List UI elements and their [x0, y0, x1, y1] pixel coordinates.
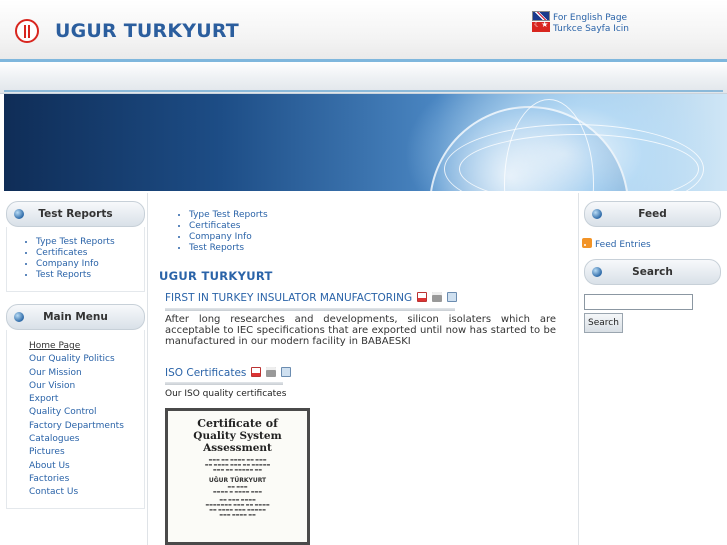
iso-certificate-image: Certificate of Quality System Assessment…: [165, 408, 310, 545]
bullet-icon: [14, 312, 24, 322]
feed-box-title: Feed: [584, 201, 721, 227]
article-link-insulator[interactable]: FIRST IN TURKEY INSULATOR MANUFACTORING: [165, 292, 412, 304]
main-menu-box-title: Main Menu: [6, 304, 145, 330]
header: UGUR TURKYURT For English Page Turkce Sa…: [0, 0, 727, 62]
turkish-page-link[interactable]: Turkce Sayfa Icin: [532, 20, 629, 34]
right-sidebar: Feed Feed Entries Search Search: [578, 193, 727, 545]
article-link-iso[interactable]: ISO Certificates: [165, 367, 246, 379]
menu-item-home[interactable]: Home Page: [29, 340, 144, 353]
menu-item-quality-control[interactable]: Quality Control: [29, 406, 144, 419]
nav-divider: [4, 90, 723, 92]
pdf-icon[interactable]: [417, 292, 428, 302]
menu-item-catalogues[interactable]: Catalogues: [29, 433, 144, 446]
certificate-company-name: UĞUR TÜRKYURT: [208, 477, 267, 484]
article-text-iso: Our ISO quality certificates: [165, 389, 287, 399]
main-menu: Home Page Our Quality Politics Our Missi…: [6, 330, 145, 509]
search-button[interactable]: Search: [584, 313, 623, 333]
bullet-icon: [14, 209, 24, 219]
main-content: Type Test Reports Certificates Company I…: [150, 193, 576, 545]
content-link-test-reports[interactable]: Test Reports: [189, 243, 576, 254]
article-text-insulator: After long researches and developments, …: [165, 314, 556, 348]
feed-title: Feed: [638, 208, 667, 220]
search-input[interactable]: [584, 294, 693, 310]
menu-item-factory-departments[interactable]: Factory Departments: [29, 420, 144, 433]
turkey-flag-icon: [532, 20, 550, 32]
menu-item-factories[interactable]: Factories: [29, 473, 144, 486]
menu-item-about-us[interactable]: About Us: [29, 460, 144, 473]
menu-item-contact-us[interactable]: Contact Us: [29, 486, 144, 499]
article-title-insulator: FIRST IN TURKEY INSULATOR MANUFACTORING: [165, 292, 458, 304]
test-reports-box: Type Test Reports Certificates Company I…: [6, 227, 145, 292]
rss-icon: [582, 238, 592, 248]
sidebar-link-type-test-reports[interactable]: Type Test Reports: [36, 237, 144, 248]
print-icon[interactable]: [432, 292, 443, 302]
email-icon[interactable]: [281, 367, 292, 377]
print-icon[interactable]: [266, 367, 277, 377]
feed-entries-link[interactable]: Feed Entries: [582, 238, 727, 250]
content-link-company-info[interactable]: Company Info: [189, 232, 576, 243]
menu-item-quality-politics[interactable]: Our Quality Politics: [29, 353, 144, 366]
sidebar-link-certificates[interactable]: Certificates: [36, 248, 144, 259]
menu-item-vision[interactable]: Our Vision: [29, 380, 144, 393]
pdf-icon[interactable]: [251, 367, 262, 377]
turkish-page-label: Turkce Sayfa Icin: [553, 24, 629, 34]
email-icon[interactable]: [447, 292, 458, 302]
left-sidebar: Test Reports Type Test Reports Certifica…: [4, 193, 148, 545]
sidebar-link-company-info[interactable]: Company Info: [36, 259, 144, 270]
certificate-subheading: Quality System Assessment: [193, 430, 282, 454]
site-title[interactable]: UGUR TURKYURT: [55, 20, 239, 42]
test-reports-box-title: Test Reports: [6, 201, 145, 227]
article-separator: [165, 308, 455, 311]
search-title: Search: [632, 266, 673, 278]
menu-item-pictures[interactable]: Pictures: [29, 446, 144, 459]
feed-entries-label: Feed Entries: [595, 240, 651, 250]
test-reports-title: Test Reports: [38, 208, 113, 220]
bullet-icon: [592, 209, 602, 219]
logo-icon[interactable]: [15, 19, 39, 43]
menu-item-mission[interactable]: Our Mission: [29, 367, 144, 380]
page-heading: UGUR TURKYURT: [159, 269, 273, 283]
content-link-certificates[interactable]: Certificates: [189, 221, 576, 232]
sidebar-link-test-reports[interactable]: Test Reports: [36, 270, 144, 281]
article-separator: [165, 382, 283, 385]
article-title-iso: ISO Certificates: [165, 367, 292, 379]
content-link-list: Type Test Reports Certificates Company I…: [150, 193, 576, 254]
banner-image: [4, 94, 727, 191]
main-menu-title: Main Menu: [43, 311, 108, 323]
content-link-type-test-reports[interactable]: Type Test Reports: [189, 210, 576, 221]
menu-item-export[interactable]: Export: [29, 393, 144, 406]
search-box-title: Search: [584, 259, 721, 285]
bullet-icon: [592, 267, 602, 277]
certificate-heading: Certificate of: [197, 417, 278, 430]
